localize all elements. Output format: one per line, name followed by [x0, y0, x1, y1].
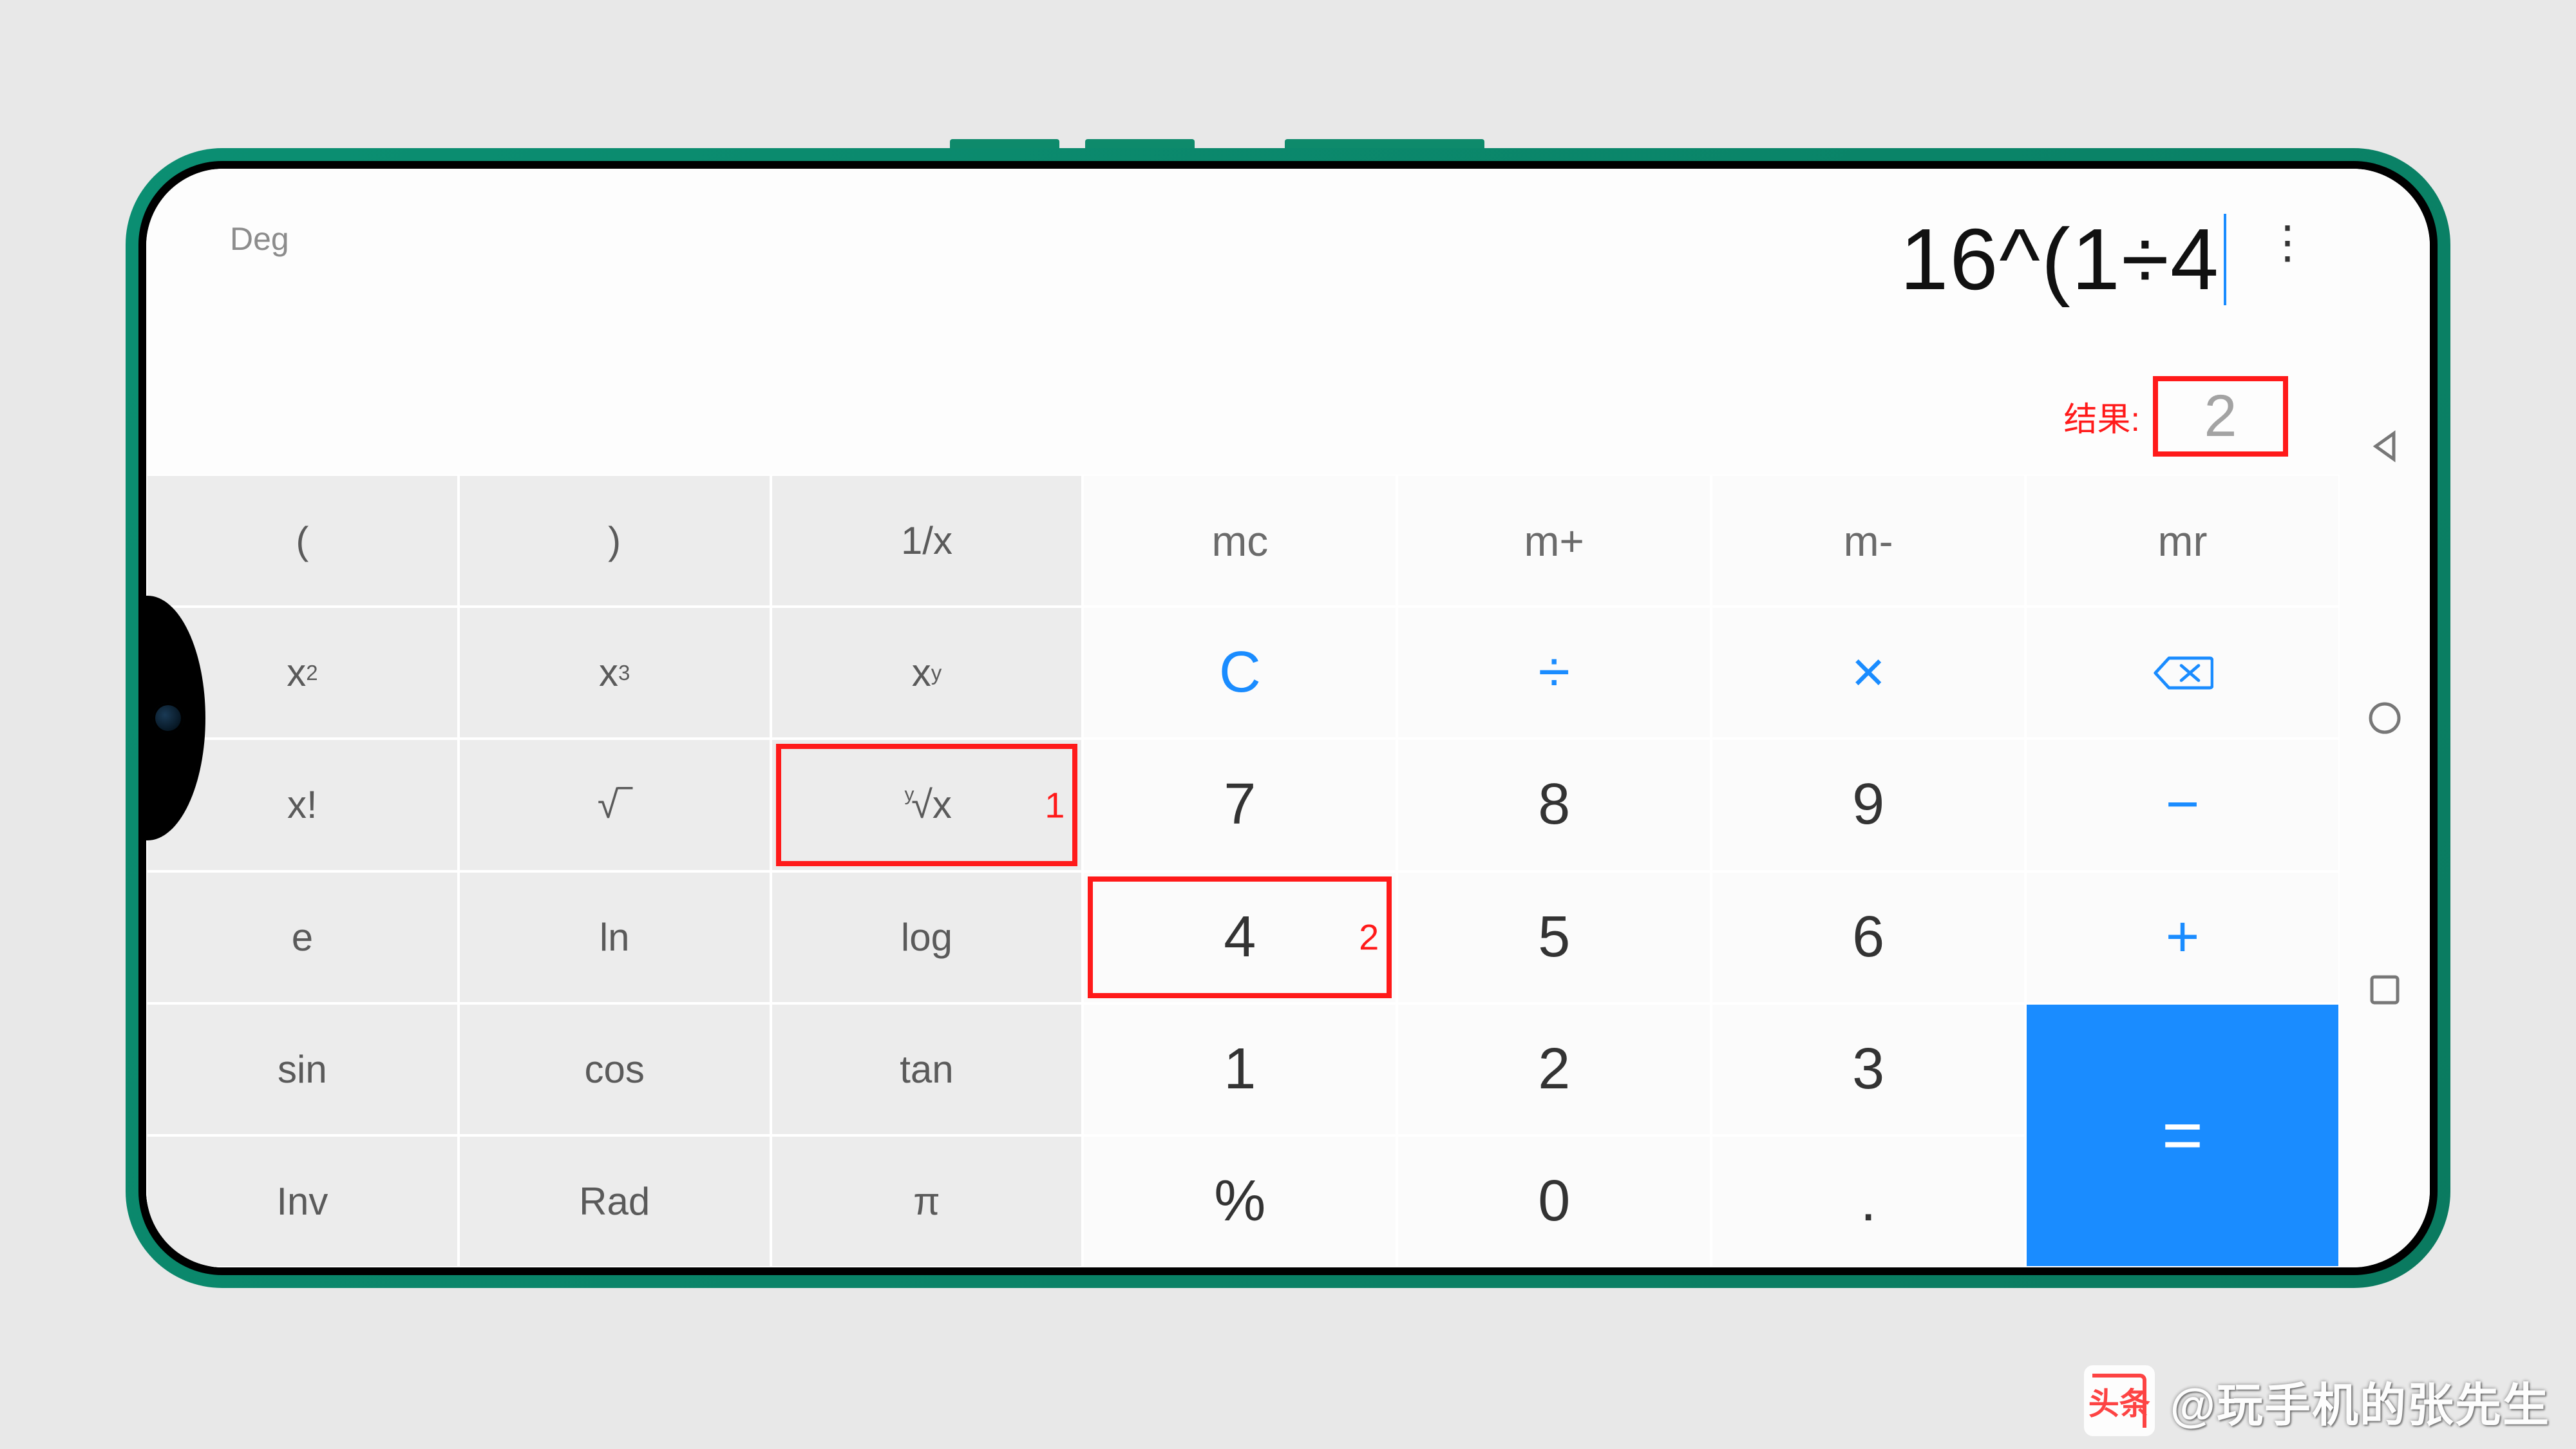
lparen-key[interactable]: ( [146, 475, 459, 607]
rparen-key[interactable]: ) [459, 475, 771, 607]
clear-key[interactable]: C [1083, 607, 1397, 739]
display-area: Deg 16^(1÷4 ⋮ 结果: 2 [146, 169, 2340, 475]
ln-key[interactable]: ln [459, 871, 771, 1003]
keypad: ( ) 1/x x2 x3 xy x! √‾ y√x 1 e [146, 475, 2340, 1267]
multiply-key[interactable]: × [1711, 607, 2025, 739]
pi-key[interactable]: π [771, 1135, 1083, 1267]
cos-key[interactable]: cos [459, 1003, 771, 1135]
phone-frame: Deg 16^(1÷4 ⋮ 结果: 2 ( ) 1/x [126, 148, 2450, 1288]
backspace-key[interactable] [2025, 607, 2340, 739]
frame-buttons [1285, 139, 1484, 148]
percent-key[interactable]: % [1083, 1135, 1397, 1267]
backspace-icon [2152, 654, 2213, 692]
divide-key[interactable]: ÷ [1397, 607, 1711, 739]
digit-4-key[interactable]: 4 2 [1083, 871, 1397, 1003]
home-circle-icon [2365, 699, 2404, 737]
watermark-logo: 头条 [2084, 1365, 2155, 1436]
digit-8-key[interactable]: 8 [1397, 739, 1711, 871]
rad-key[interactable]: Rad [459, 1135, 771, 1267]
mplus-key[interactable]: m+ [1397, 475, 1711, 607]
frame-buttons [950, 139, 1195, 148]
annotation-badge-2: 2 [1359, 916, 1379, 958]
digit-5-key[interactable]: 5 [1397, 871, 1711, 1003]
inv-key[interactable]: Inv [146, 1135, 459, 1267]
digit-2-key[interactable]: 2 [1397, 1003, 1711, 1135]
digit-6-key[interactable]: 6 [1711, 871, 2025, 1003]
system-nav-bar [2340, 169, 2430, 1267]
mc-key[interactable]: mc [1083, 475, 1397, 607]
mr-key[interactable]: mr [2025, 475, 2340, 607]
annotation-badge-1: 1 [1045, 784, 1065, 826]
equals-key[interactable]: = [2025, 1003, 2340, 1267]
sin-key[interactable]: sin [146, 1003, 459, 1135]
minus-key[interactable]: − [2025, 739, 2340, 871]
decimal-key[interactable]: . [1711, 1135, 2025, 1267]
nth-root-key[interactable]: y√x 1 [771, 739, 1083, 871]
watermark: 头条 @玩手机的张先生 [2084, 1365, 2550, 1436]
tan-key[interactable]: tan [771, 1003, 1083, 1135]
digit-3-key[interactable]: 3 [1711, 1003, 2025, 1135]
digit-9-key[interactable]: 9 [1711, 739, 2025, 871]
log-key[interactable]: log [771, 871, 1083, 1003]
nav-back-button[interactable] [2365, 427, 2404, 466]
reciprocal-key[interactable]: 1/x [771, 475, 1083, 607]
digit-4-label: 4 [1224, 904, 1256, 971]
sqrt-key[interactable]: √‾ [459, 739, 771, 871]
nav-home-button[interactable] [2365, 699, 2404, 737]
result-value: 2 [2153, 376, 2288, 457]
digit-1-key[interactable]: 1 [1083, 1003, 1397, 1135]
scientific-panel: ( ) 1/x x2 x3 xy x! √‾ y√x 1 e [146, 475, 1083, 1267]
back-triangle-icon [2365, 427, 2404, 466]
watermark-text: @玩手机的张先生 [2170, 1367, 2550, 1435]
e-key[interactable]: e [146, 871, 459, 1003]
more-menu-button[interactable]: ⋮ [2265, 214, 2295, 251]
digit-0-key[interactable]: 0 [1397, 1135, 1711, 1267]
result-annotation-label: 结果: [2064, 392, 2140, 440]
screen: Deg 16^(1÷4 ⋮ 结果: 2 ( ) 1/x [146, 169, 2430, 1267]
digit-7-key[interactable]: 7 [1083, 739, 1397, 871]
x-cubed-key[interactable]: x3 [459, 607, 771, 739]
recent-square-icon [2365, 971, 2404, 1009]
numeric-panel: mc m+ m- mr C ÷ × 7 [1083, 475, 2340, 1267]
angle-mode-label: Deg [230, 220, 289, 258]
expression-display[interactable]: 16^(1÷4 [1900, 214, 2226, 305]
calculator-app: Deg 16^(1÷4 ⋮ 结果: 2 ( ) 1/x [146, 169, 2340, 1267]
x-power-y-key[interactable]: xy [771, 607, 1083, 739]
nav-recent-button[interactable] [2365, 971, 2404, 1009]
mminus-key[interactable]: m- [1711, 475, 2025, 607]
plus-key[interactable]: + [2025, 871, 2340, 1003]
